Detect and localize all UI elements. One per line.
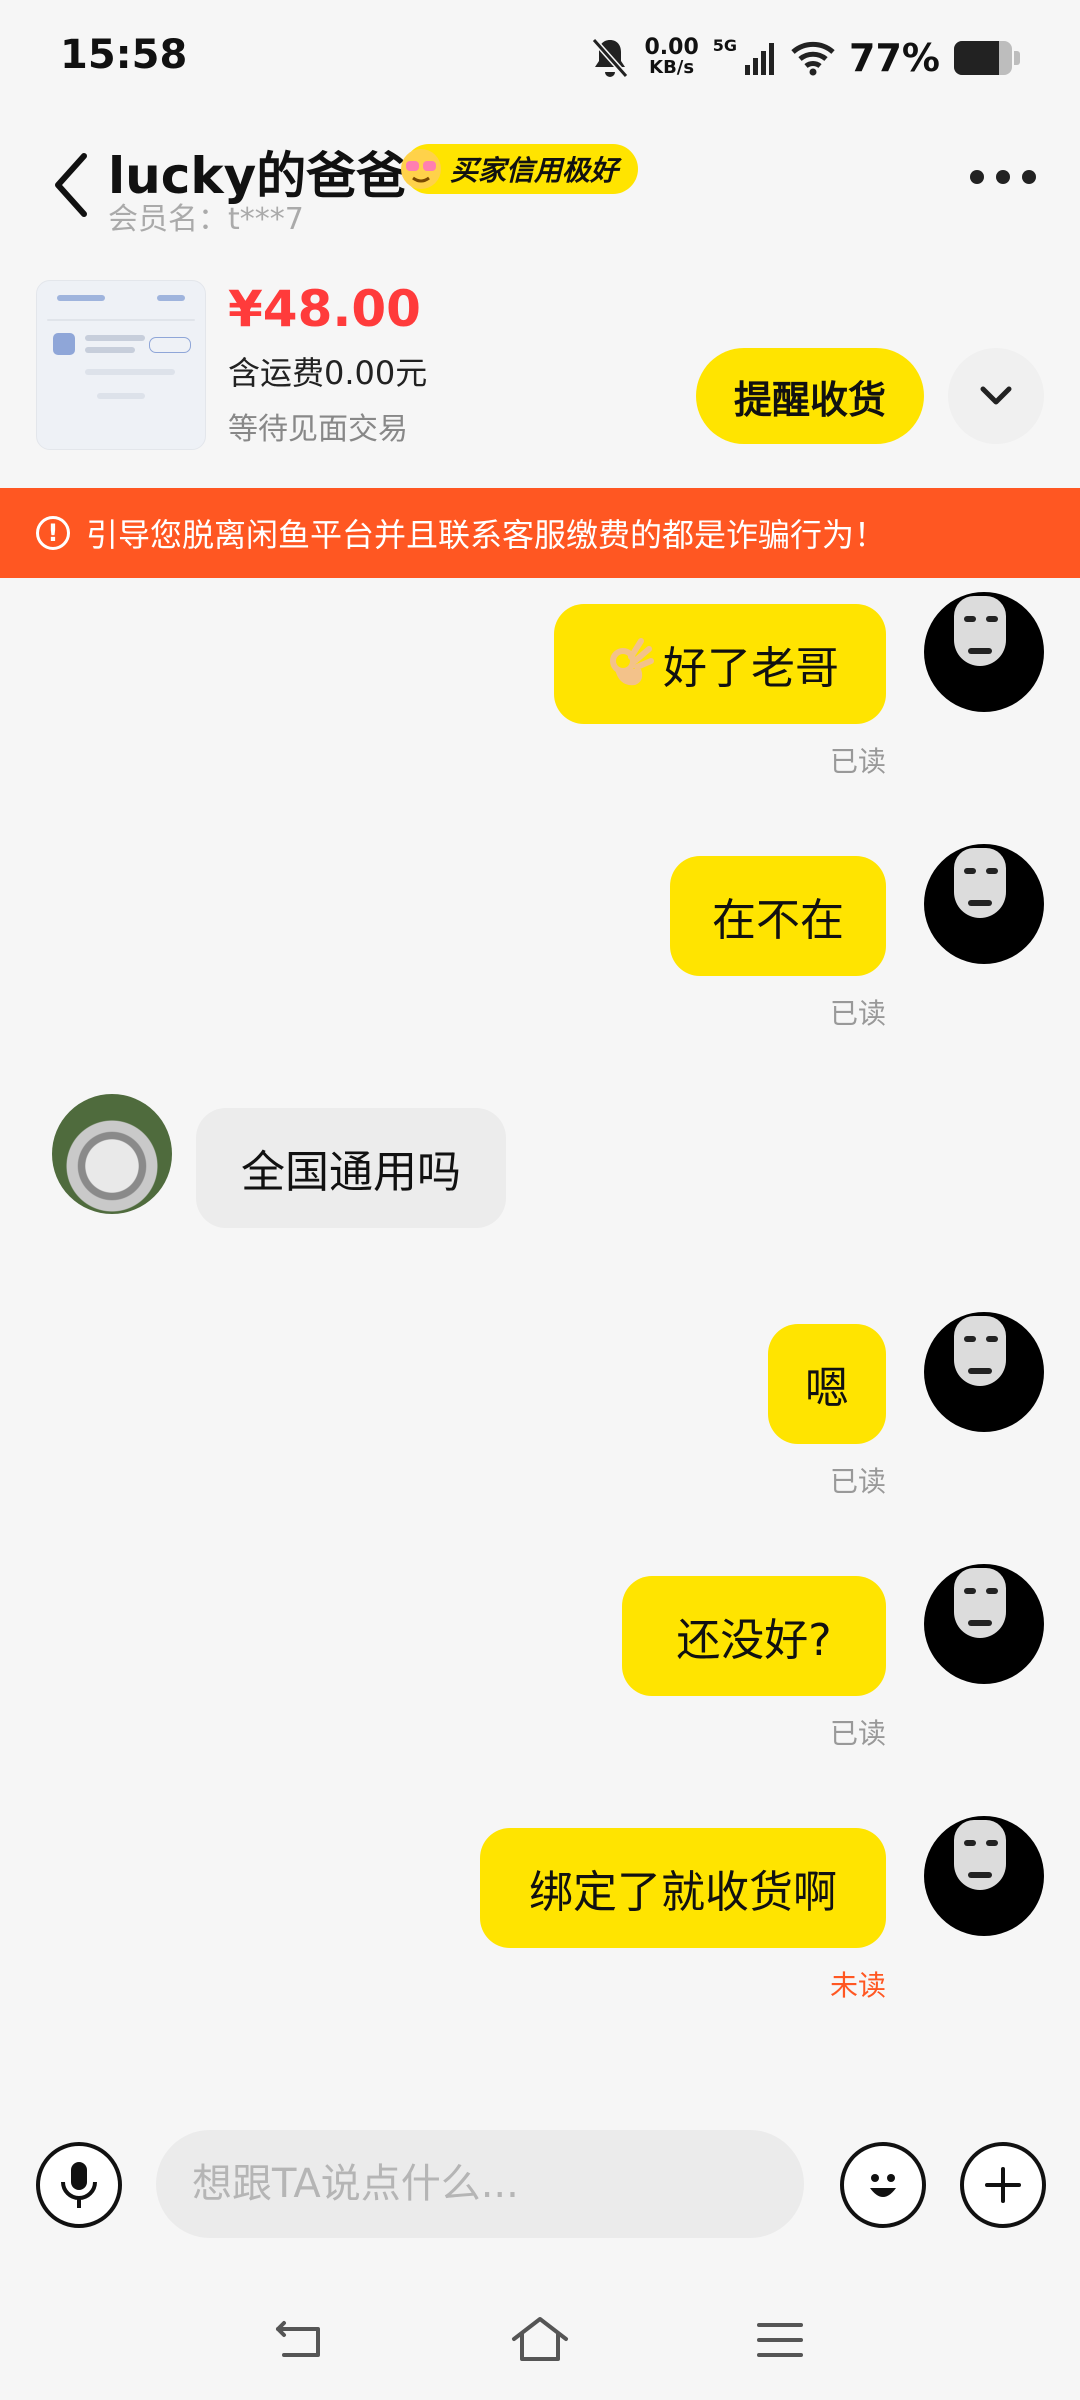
shipping-fee: 含运费0.00元 <box>228 354 428 392</box>
message-bubble[interactable]: 全国通用吗 <box>196 1108 506 1228</box>
network-type: 5G <box>712 36 738 55</box>
my-avatar[interactable] <box>924 1816 1044 1936</box>
message-bubble[interactable]: 嗯 <box>768 1324 886 1444</box>
status-time: 15:58 <box>60 32 188 78</box>
net-speed: 0.00 KB/s <box>644 35 699 78</box>
signal-icon <box>745 43 775 75</box>
input-bar <box>0 2110 1080 2260</box>
read-status: 已读 <box>829 1465 886 1498</box>
message-bubble[interactable]: 还没好? <box>622 1576 886 1696</box>
smiley-icon <box>870 2174 896 2197</box>
status-icons: 0.00 KB/s 5G 77% <box>590 34 1020 82</box>
more-options-icon[interactable] <box>970 170 1036 184</box>
read-status: 已读 <box>829 1717 886 1750</box>
message-input[interactable] <box>156 2130 804 2238</box>
cool-face-icon <box>401 149 441 189</box>
net-speed-value: 0.00 <box>644 35 699 60</box>
credit-badge[interactable]: 买家信用极好 <box>401 144 639 194</box>
message-text: 好了老哥 <box>663 643 839 694</box>
back-arrow-icon[interactable] <box>48 150 98 220</box>
member-id: 会员名：t***7 <box>108 202 304 237</box>
emoji-button[interactable] <box>840 2142 926 2228</box>
menu-icon <box>757 2323 803 2357</box>
message-text: 嗯 <box>805 1363 849 1414</box>
nav-back-button[interactable] <box>264 2310 336 2370</box>
system-nav-bar <box>0 2280 1080 2400</box>
my-avatar[interactable] <box>924 1312 1044 1432</box>
message-text: 在不在 <box>712 895 844 946</box>
nav-back-icon <box>276 2321 320 2357</box>
my-avatar[interactable] <box>924 844 1044 964</box>
battery-icon <box>954 41 1012 75</box>
expand-card-button[interactable] <box>948 348 1044 444</box>
message-bubble[interactable]: 绑定了就收货啊 <box>480 1828 886 1948</box>
warning-text: 引导您脱离闲鱼平台并且联系客服缴费的都是诈骗行为！ <box>86 516 887 554</box>
fraud-warning-banner: ! 引导您脱离闲鱼平台并且联系客服缴费的都是诈骗行为！ <box>0 488 1080 578</box>
product-card[interactable]: ¥48.00 含运费0.00元 等待见面交易 提醒收货 <box>0 260 1080 460</box>
contact-avatar[interactable] <box>52 1094 172 1214</box>
read-status: 已读 <box>829 997 886 1030</box>
my-avatar[interactable] <box>924 592 1044 712</box>
plus-icon <box>985 2167 1021 2203</box>
message-bubble[interactable]: 好了老哥 <box>554 604 886 724</box>
credit-badge-label: 买家信用极好 <box>450 154 619 187</box>
message-text: 绑定了就收货啊 <box>529 1867 837 1918</box>
remind-receipt-button[interactable]: 提醒收货 <box>696 348 924 444</box>
voice-button[interactable] <box>36 2142 122 2228</box>
message-bubble[interactable]: 在不在 <box>670 856 886 976</box>
my-avatar[interactable] <box>924 1564 1044 1684</box>
ok-hand-icon <box>610 638 654 686</box>
warning-icon: ! <box>36 516 70 550</box>
unread-status: 未读 <box>829 1969 886 2002</box>
mute-bell-icon <box>592 38 629 78</box>
nav-home-button[interactable] <box>504 2310 576 2370</box>
message-text: 还没好? <box>676 1615 832 1666</box>
message-text: 全国通用吗 <box>241 1147 461 1198</box>
product-thumbnail[interactable] <box>36 280 206 450</box>
nav-menu-button[interactable] <box>744 2310 816 2370</box>
chevron-down-icon <box>980 386 1012 405</box>
status-bar: 15:58 0.00 KB/s 5G 77% <box>0 0 1080 120</box>
more-actions-button[interactable] <box>960 2142 1046 2228</box>
chat-header: lucky的爸爸 买家信用极好 会员名：t***7 <box>0 120 1080 240</box>
net-speed-unit: KB/s <box>649 57 695 78</box>
product-price: ¥48.00 <box>228 280 421 338</box>
battery-percent: 77% <box>849 36 940 80</box>
deal-status: 等待见面交易 <box>228 412 408 447</box>
microphone-icon <box>61 2162 97 2208</box>
home-icon <box>512 2317 568 2361</box>
battery-tip <box>1014 51 1020 65</box>
read-status: 已读 <box>829 745 886 778</box>
wifi-icon <box>791 41 835 76</box>
